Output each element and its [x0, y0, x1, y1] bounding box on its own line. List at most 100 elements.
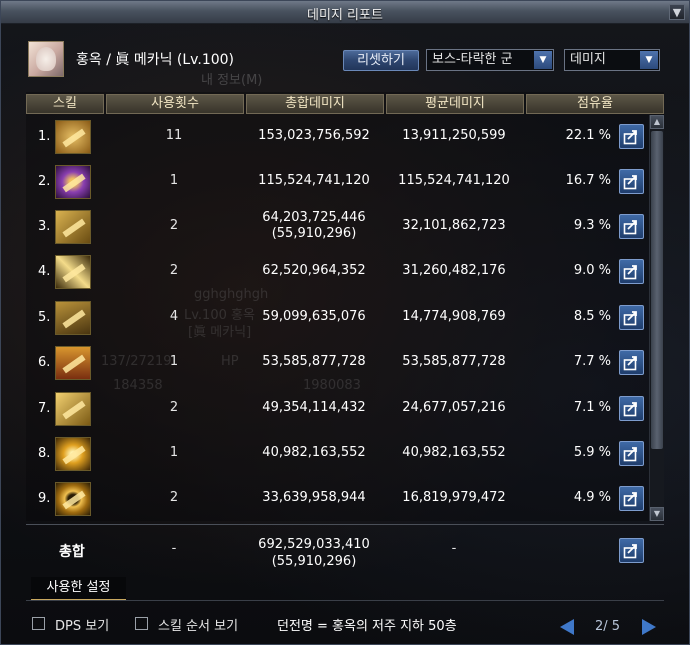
- row-uses: 2: [169, 218, 179, 233]
- share-button[interactable]: [619, 441, 644, 466]
- share-button[interactable]: [619, 259, 644, 284]
- table-row[interactable]: 1. 11 153,023,756,592 13,911,250,599 22.…: [26, 115, 648, 159]
- row-uses: 2: [169, 490, 179, 505]
- tab-used-settings[interactable]: 사용한 설정: [31, 577, 126, 601]
- metric-value: 데미지: [570, 52, 606, 67]
- page-prev-icon[interactable]: [560, 619, 574, 635]
- share-icon: [623, 311, 637, 326]
- share-icon: [623, 130, 637, 145]
- summary-average: -: [451, 541, 457, 556]
- metric-dropdown[interactable]: 데미지 ▼: [564, 49, 660, 71]
- share-button[interactable]: [619, 214, 644, 239]
- row-total-damage: 62,520,964,352: [262, 263, 366, 278]
- table-row[interactable]: 6. 1 53,585,877,728 53,585,877,728 7.7 %: [26, 341, 648, 385]
- damage-report-window: 데미지 리포트 ▼ 내 정보(M) gghghghgh Lv.100 홍옥 [眞…: [0, 0, 690, 645]
- row-index: 9.: [38, 491, 51, 506]
- summary-divider: [26, 524, 664, 525]
- row-share: 8.5 %: [573, 309, 611, 324]
- column-header-skill[interactable]: 스킬: [26, 94, 104, 114]
- row-average-damage: 24,677,057,216: [402, 400, 506, 415]
- row-index: 7.: [38, 401, 51, 416]
- share-icon: [623, 447, 637, 462]
- mech-missile-icon: [55, 120, 91, 154]
- share-button[interactable]: [619, 169, 644, 194]
- row-share: 7.1 %: [573, 400, 611, 415]
- purple-hexagon-icon: [55, 165, 91, 199]
- page-next-icon[interactable]: [642, 619, 656, 635]
- share-button[interactable]: [619, 305, 644, 330]
- row-index: 4.: [38, 264, 51, 279]
- summary-label: 총합: [59, 544, 85, 560]
- row-uses: 11: [165, 128, 183, 143]
- row-share: 7.7 %: [573, 354, 611, 369]
- row-average-damage: 13,911,250,599: [402, 128, 506, 143]
- table-row[interactable]: 4. 2 62,520,964,352 31,260,482,176 9.0 %: [26, 250, 648, 294]
- row-index: 5.: [38, 310, 51, 325]
- summary-share-button[interactable]: [619, 538, 644, 563]
- row-total-damage: 40,982,163,552: [262, 445, 366, 460]
- table-row[interactable]: 2. 1 115,524,741,120 115,524,741,120 16.…: [26, 160, 648, 204]
- window-title: 데미지 리포트: [307, 8, 383, 23]
- row-share: 9.0 %: [573, 263, 611, 278]
- column-header-share[interactable]: 점유율: [526, 94, 664, 114]
- chevron-down-icon[interactable]: ▼: [534, 51, 552, 69]
- scroll-thumb[interactable]: [651, 131, 663, 449]
- table-scrollbar[interactable]: ▲ ▼: [649, 115, 664, 521]
- row-total-damage: 153,023,756,592: [258, 128, 370, 143]
- robot-summon-icon: [55, 346, 91, 380]
- share-icon: [623, 356, 637, 371]
- summary-total-value: 692,529,033,410: [258, 537, 370, 552]
- boss-filter-dropdown[interactable]: 보스-타락한 군 ▼: [426, 49, 554, 71]
- row-average-damage: 14,774,908,769: [402, 309, 506, 324]
- skill-order-checkbox[interactable]: [135, 617, 148, 630]
- row-uses: 2: [169, 400, 179, 415]
- column-header-uses[interactable]: 사용횟수: [106, 94, 244, 114]
- row-average-damage: 115,524,741,120: [398, 173, 510, 188]
- row-index: 1.: [38, 129, 51, 144]
- column-header-average-damage[interactable]: 평균데미지: [386, 94, 524, 114]
- share-icon: [623, 544, 637, 559]
- table-header: 스킬 사용횟수 총합데미지 평균데미지 점유율: [26, 94, 664, 114]
- summary-total-extra: (55,910,296): [271, 554, 357, 569]
- share-icon: [623, 492, 637, 507]
- page-indicator: 2/ 5: [595, 619, 621, 634]
- chevron-down-icon[interactable]: ▼: [640, 51, 658, 69]
- share-icon: [623, 402, 637, 417]
- table-row[interactable]: 3. 2 64,203,725,446 (55,910,296) 32,101,…: [26, 205, 648, 249]
- scroll-down-icon[interactable]: ▼: [650, 507, 664, 521]
- row-total-damage: 33,639,958,944: [262, 490, 366, 505]
- scroll-up-icon[interactable]: ▲: [650, 115, 664, 129]
- reset-button[interactable]: 리셋하기: [343, 50, 419, 71]
- boss-filter-value: 보스-타락한 군: [432, 52, 513, 67]
- laser-beam-icon: [55, 255, 91, 289]
- share-button[interactable]: [619, 486, 644, 511]
- column-header-total-damage[interactable]: 총합데미지: [246, 94, 384, 114]
- row-average-damage: 53,585,877,728: [402, 354, 506, 369]
- row-total-damage: 49,354,114,432: [262, 400, 366, 415]
- player-avatar: [28, 41, 64, 77]
- title-bar[interactable]: 데미지 리포트 ▼: [1, 1, 689, 24]
- background-info-tab: 내 정보(M): [201, 73, 263, 88]
- dps-view-label[interactable]: DPS 보기: [55, 615, 109, 634]
- row-index: 8.: [38, 446, 51, 461]
- share-button[interactable]: [619, 124, 644, 149]
- summary-total-damage: 692,529,033,410 (55,910,296): [244, 536, 384, 570]
- g3-rocket-icon: [55, 301, 91, 335]
- share-button[interactable]: [619, 350, 644, 375]
- tab-divider: [26, 600, 664, 601]
- row-uses: 1: [169, 445, 179, 460]
- table-row[interactable]: 7. 2 49,354,114,432 24,677,057,216 7.1 %: [26, 387, 648, 431]
- table-row[interactable]: 9. 2 33,639,958,944 16,819,979,472 4.9 %: [26, 477, 648, 521]
- window-collapse-button[interactable]: ▼: [669, 4, 685, 20]
- share-button[interactable]: [619, 396, 644, 421]
- table-row[interactable]: 5. 4 59,099,635,076 14,774,908,769 8.5 %: [26, 296, 648, 340]
- row-index: 2.: [38, 174, 51, 189]
- share-icon: [623, 265, 637, 280]
- row-uses: 2: [169, 263, 179, 278]
- gear-wheel-icon: [55, 482, 91, 516]
- cannon-barrage-icon: [55, 392, 91, 426]
- dps-view-checkbox[interactable]: [32, 617, 45, 630]
- row-average-damage: 31,260,482,176: [402, 263, 506, 278]
- skill-order-label[interactable]: 스킬 순서 보기: [158, 615, 238, 634]
- table-row[interactable]: 8. 1 40,982,163,552 40,982,163,552 5.9 %: [26, 432, 648, 476]
